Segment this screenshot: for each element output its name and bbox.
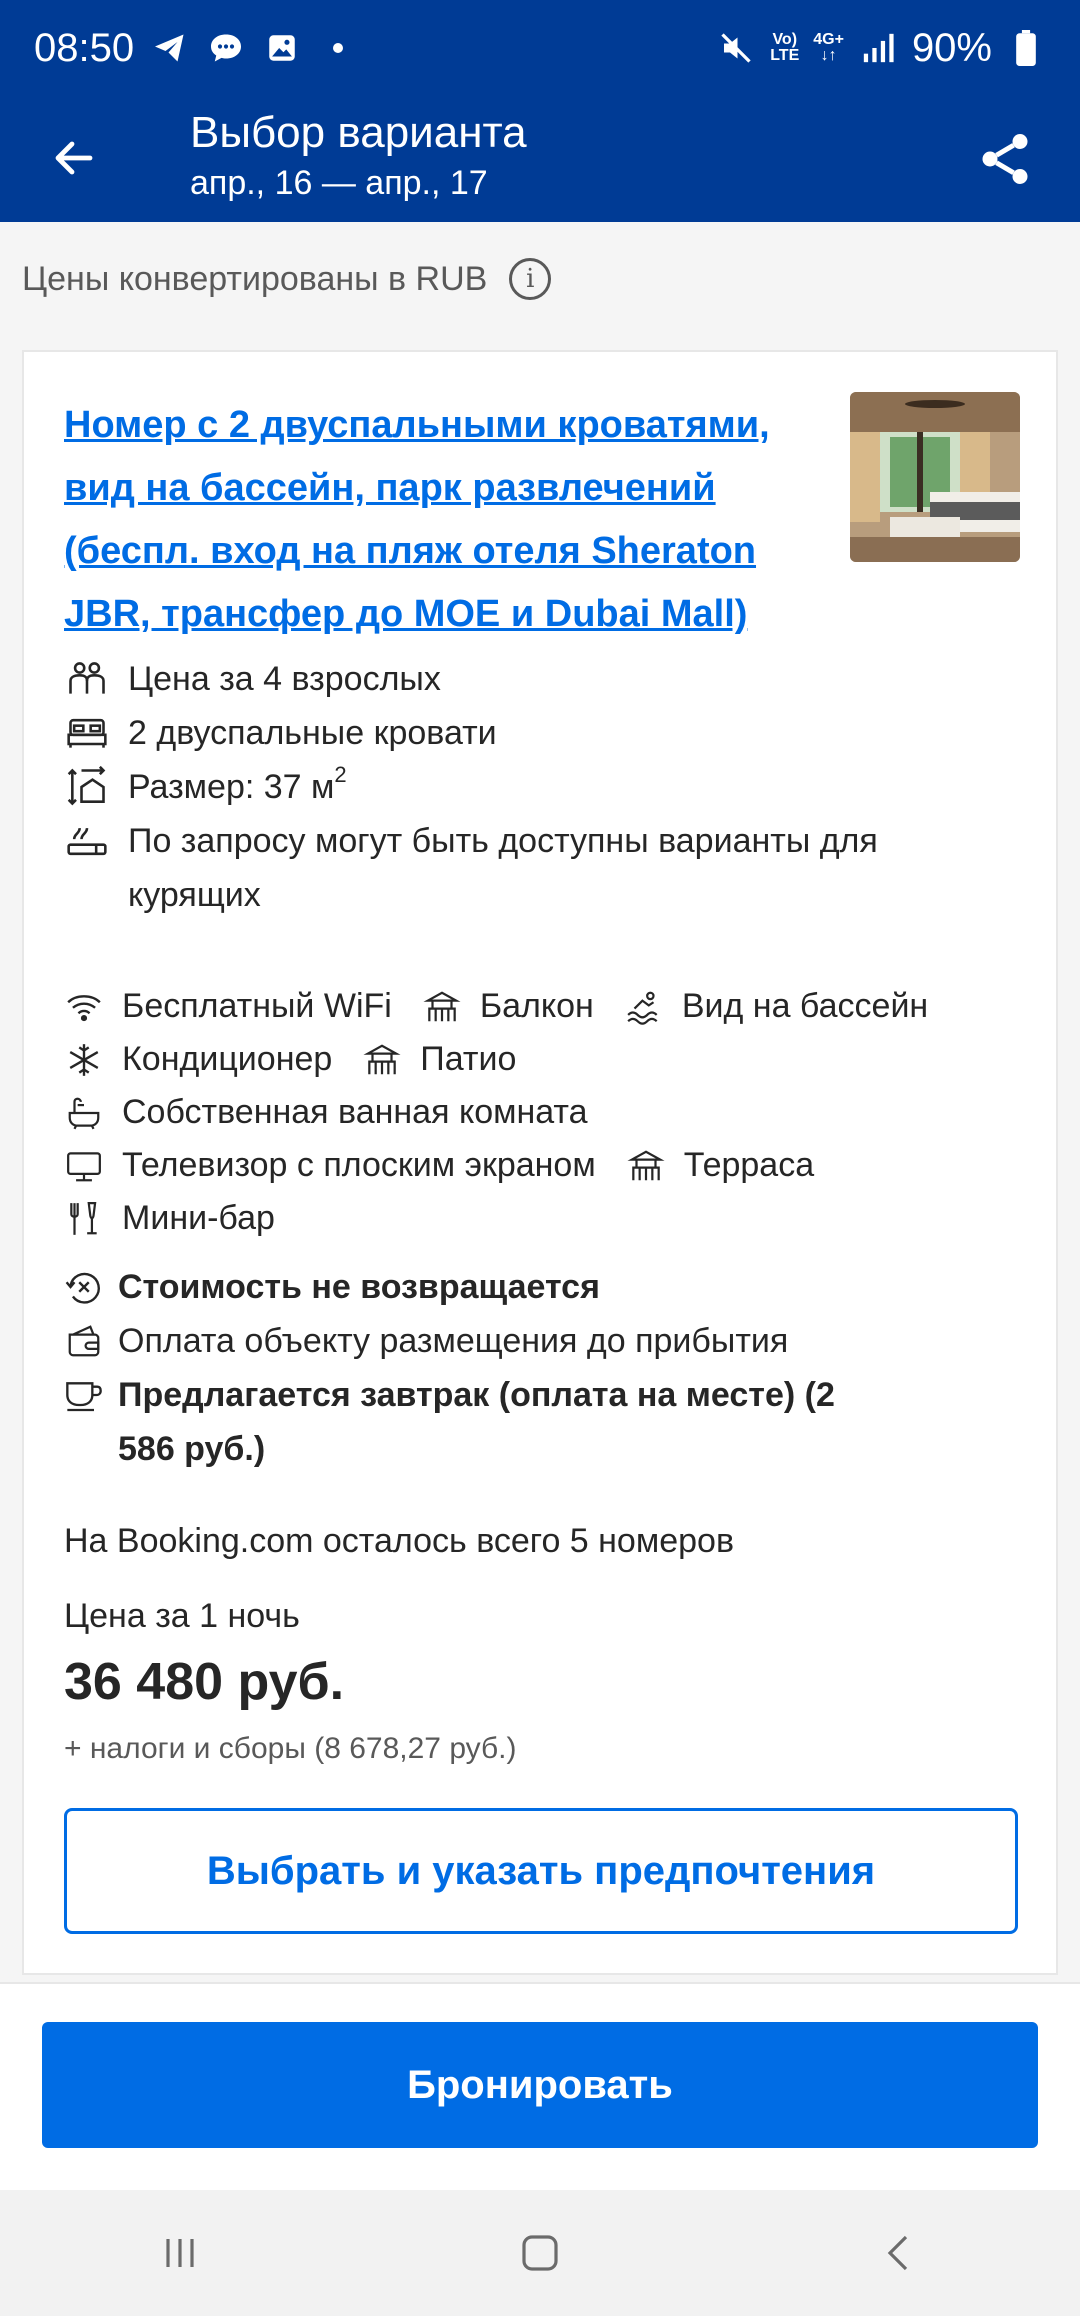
notification-dot-icon [318,28,358,68]
feature-smoking: По запросу могут быть доступны варианты … [64,814,964,922]
price-value: 36 480 руб. [64,1653,345,1711]
chevron-left-icon [887,2235,908,2271]
battery-percent: 90% [911,25,992,70]
battery-icon [1006,28,1046,68]
recent-apps-button[interactable] [120,2213,240,2293]
room-title-link[interactable]: Номер с 2 двуспальными кроватями, вид на… [64,394,844,646]
system-back-button[interactable] [840,2213,960,2293]
amenity-bathroom: Собственная ванная комната [64,1091,588,1135]
arrow-left-icon [55,141,93,175]
smoking-icon [64,814,110,868]
feature-beds: 2 двуспальные кровати [64,706,964,760]
amenity-pool-view: Вид на бассейн [624,985,928,1029]
status-bar: 08:50 Vo) LTE 4G+ ↓↑ 90% [0,0,1080,96]
system-nav-bar [0,2190,1080,2316]
room-features: Цена за 4 взрослых 2 двуспальные кровати… [64,652,964,922]
amenity-terrace: Терраса [626,1144,814,1188]
amenity-wifi: Бесплатный WiFi [64,985,392,1029]
bathtub-icon [64,1091,104,1135]
non-refundable-icon [64,1260,104,1314]
main-content: Цены конвертированы в RUB i Номер с 2 дв… [0,222,1080,1982]
recent-apps-icon [166,2239,194,2267]
people-icon [64,652,110,706]
feature-size: Размер: 37 м2 [64,760,964,814]
policy-breakfast: Предлагается завтрак (оплата на месте) (… [64,1368,964,1476]
message-icon [206,28,246,68]
data-indicator: 4G+ ↓↑ [813,31,844,64]
taxes-note: + налоги и сборы (8 678,27 руб.) [64,1732,517,1765]
room-photo[interactable] [850,392,1020,562]
app-bar: Выбор варианта апр., 16 — апр., 17 [0,96,1080,222]
price-label: Цена за 1 ночь [64,1597,300,1635]
telegram-icon [150,28,190,68]
share-icon [982,134,1028,184]
gallery-icon [262,28,302,68]
amenity-tv: Телевизор с плоским экраном [64,1144,596,1188]
info-icon[interactable]: i [509,258,552,300]
select-preferences-button[interactable]: Выбрать и указать предпочтения [64,1808,1018,1934]
status-time: 08:50 [34,25,135,70]
wallet-icon [64,1314,104,1368]
room-card: Номер с 2 двуспальными кроватями, вид на… [22,350,1058,1975]
amenities-list: Бесплатный WiFi Балкон Вид на бассейн Ко… [64,980,1024,1245]
volte-indicator: Vo) LTE [770,31,800,64]
pool-icon [624,985,664,1029]
policy-refund: Стоимость не возвращается [64,1260,964,1314]
currency-note: Цены конвертированы в RUB i [22,258,552,300]
bottom-action-bar: Бронировать [0,1982,1080,2190]
home-button[interactable] [480,2213,600,2293]
policy-payment: Оплата объекту размещения до прибытия [64,1314,964,1368]
patio-icon [362,1038,402,1082]
balcony-icon [422,985,462,1029]
date-range: апр., 16 — апр., 17 [190,164,488,202]
coffee-cup-icon [64,1368,104,1422]
cutlery-icon [64,1197,104,1241]
availability-note: На Booking.com осталось всего 5 номеров [64,1522,735,1560]
snowflake-icon [64,1038,104,1082]
share-button[interactable] [970,124,1040,194]
book-button[interactable]: Бронировать [42,2022,1038,2148]
amenity-balcony: Балкон [422,985,594,1029]
mute-icon [716,28,756,68]
signal-icon [858,28,898,68]
room-size-icon [64,760,110,814]
terrace-icon [626,1144,666,1188]
amenity-minibar: Мини-бар [64,1197,275,1241]
bed-icon [64,706,110,760]
amenity-ac: Кондиционер [64,1038,332,1082]
feature-guests: Цена за 4 взрослых [64,652,964,706]
back-button[interactable] [40,124,108,192]
amenity-patio: Патио [362,1038,516,1082]
policies-list: Стоимость не возвращается Оплата объекту… [64,1260,964,1476]
home-icon [522,2235,558,2271]
page-title: Выбор варианта [190,108,527,157]
tv-icon [64,1144,104,1188]
wifi-icon [64,985,104,1029]
